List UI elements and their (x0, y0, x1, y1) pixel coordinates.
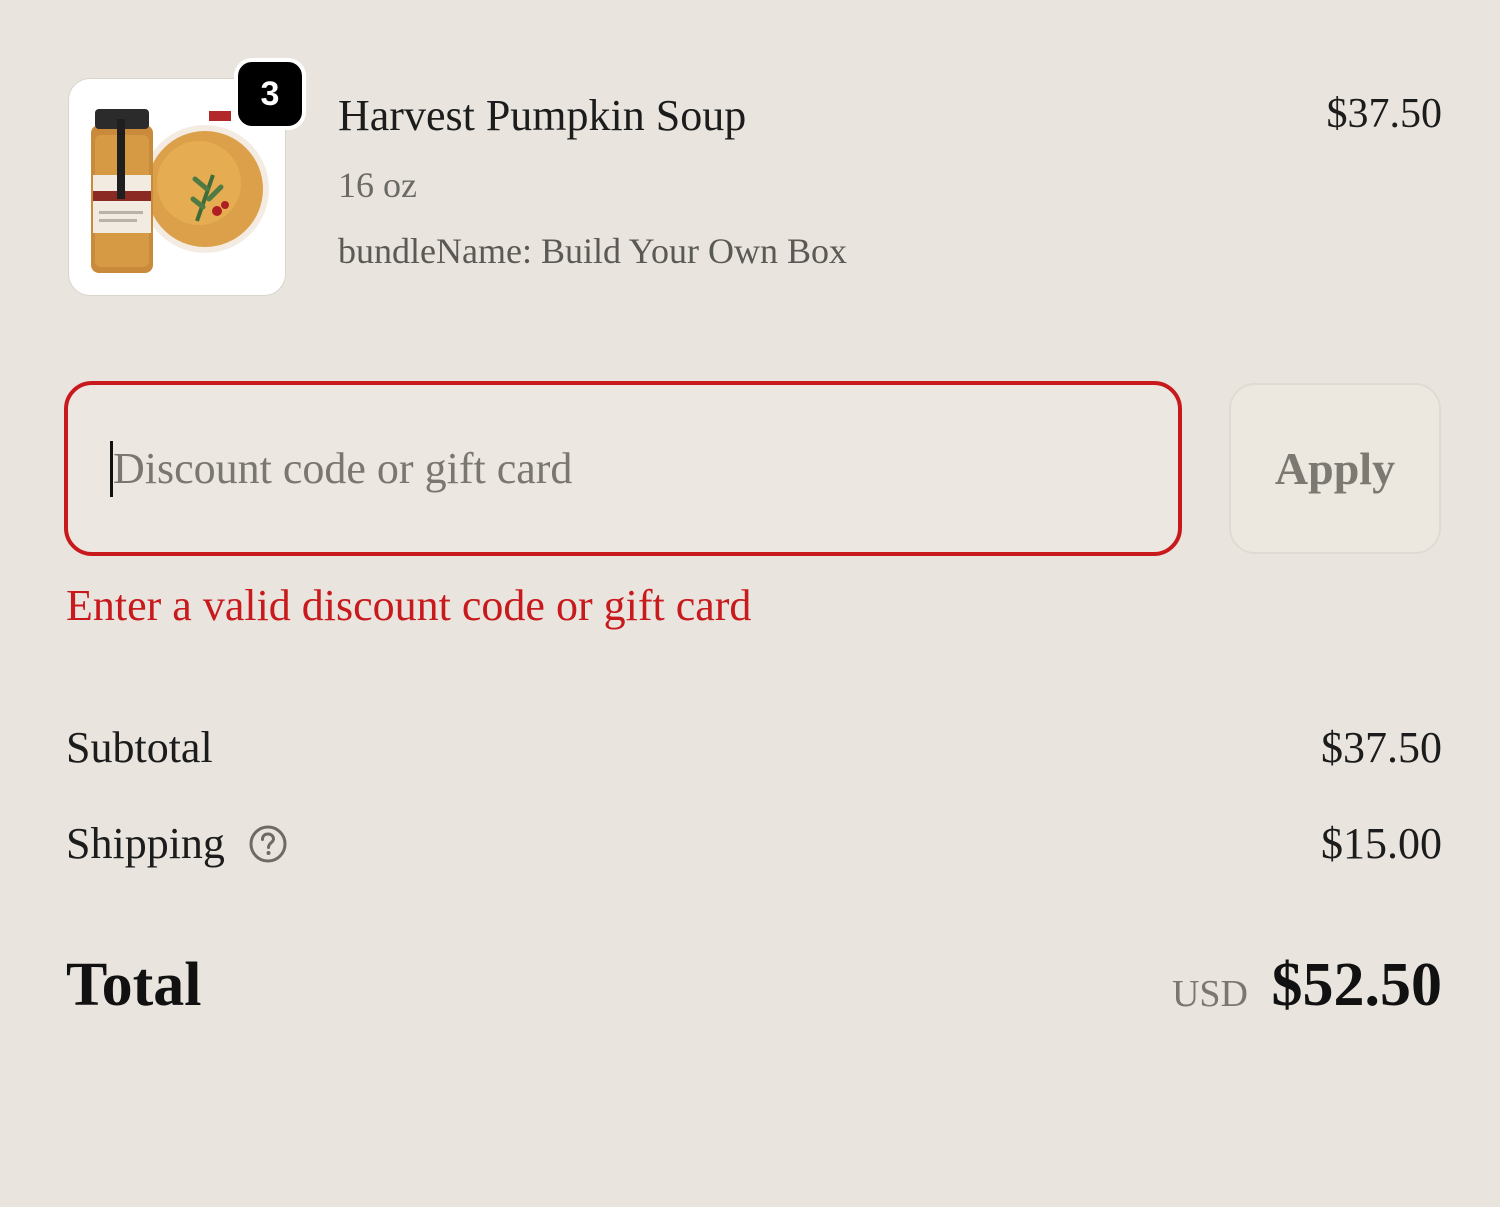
discount-field[interactable] (64, 381, 1182, 556)
total-value: $52.50 (1271, 951, 1443, 1019)
product-title: Harvest Pumpkin Soup (338, 91, 747, 140)
subtotal-row: Subtotal $37.50 (66, 722, 1442, 792)
total-label: Total (66, 951, 202, 1019)
order-summary: 3 Harvest Pumpkin Soup 16 oz bundleName:… (0, 0, 1500, 1207)
shipping-value: $15.00 (1321, 819, 1442, 868)
line-item: 3 Harvest Pumpkin Soup 16 oz bundleName:… (68, 58, 1443, 300)
subtotal-value: $37.50 (1321, 723, 1442, 772)
product-price: $37.50 (1326, 91, 1443, 137)
apply-button[interactable]: Apply (1229, 383, 1441, 554)
shipping-row: Shipping $15.00 (66, 818, 1442, 888)
quantity-badge: 3 (234, 58, 306, 130)
discount-error-message: Enter a valid discount code or gift card (66, 581, 752, 630)
discount-code-input[interactable] (113, 428, 1113, 509)
product-variant: 16 oz (338, 165, 417, 205)
product-thumbnail-wrapper: 3 (68, 58, 306, 298)
shipping-label: Shipping (66, 819, 225, 868)
question-circle-icon[interactable] (248, 824, 288, 864)
subtotal-label: Subtotal (66, 723, 213, 772)
product-property: bundleName: Build Your Own Box (338, 231, 848, 271)
total-currency: USD (1171, 973, 1248, 1015)
